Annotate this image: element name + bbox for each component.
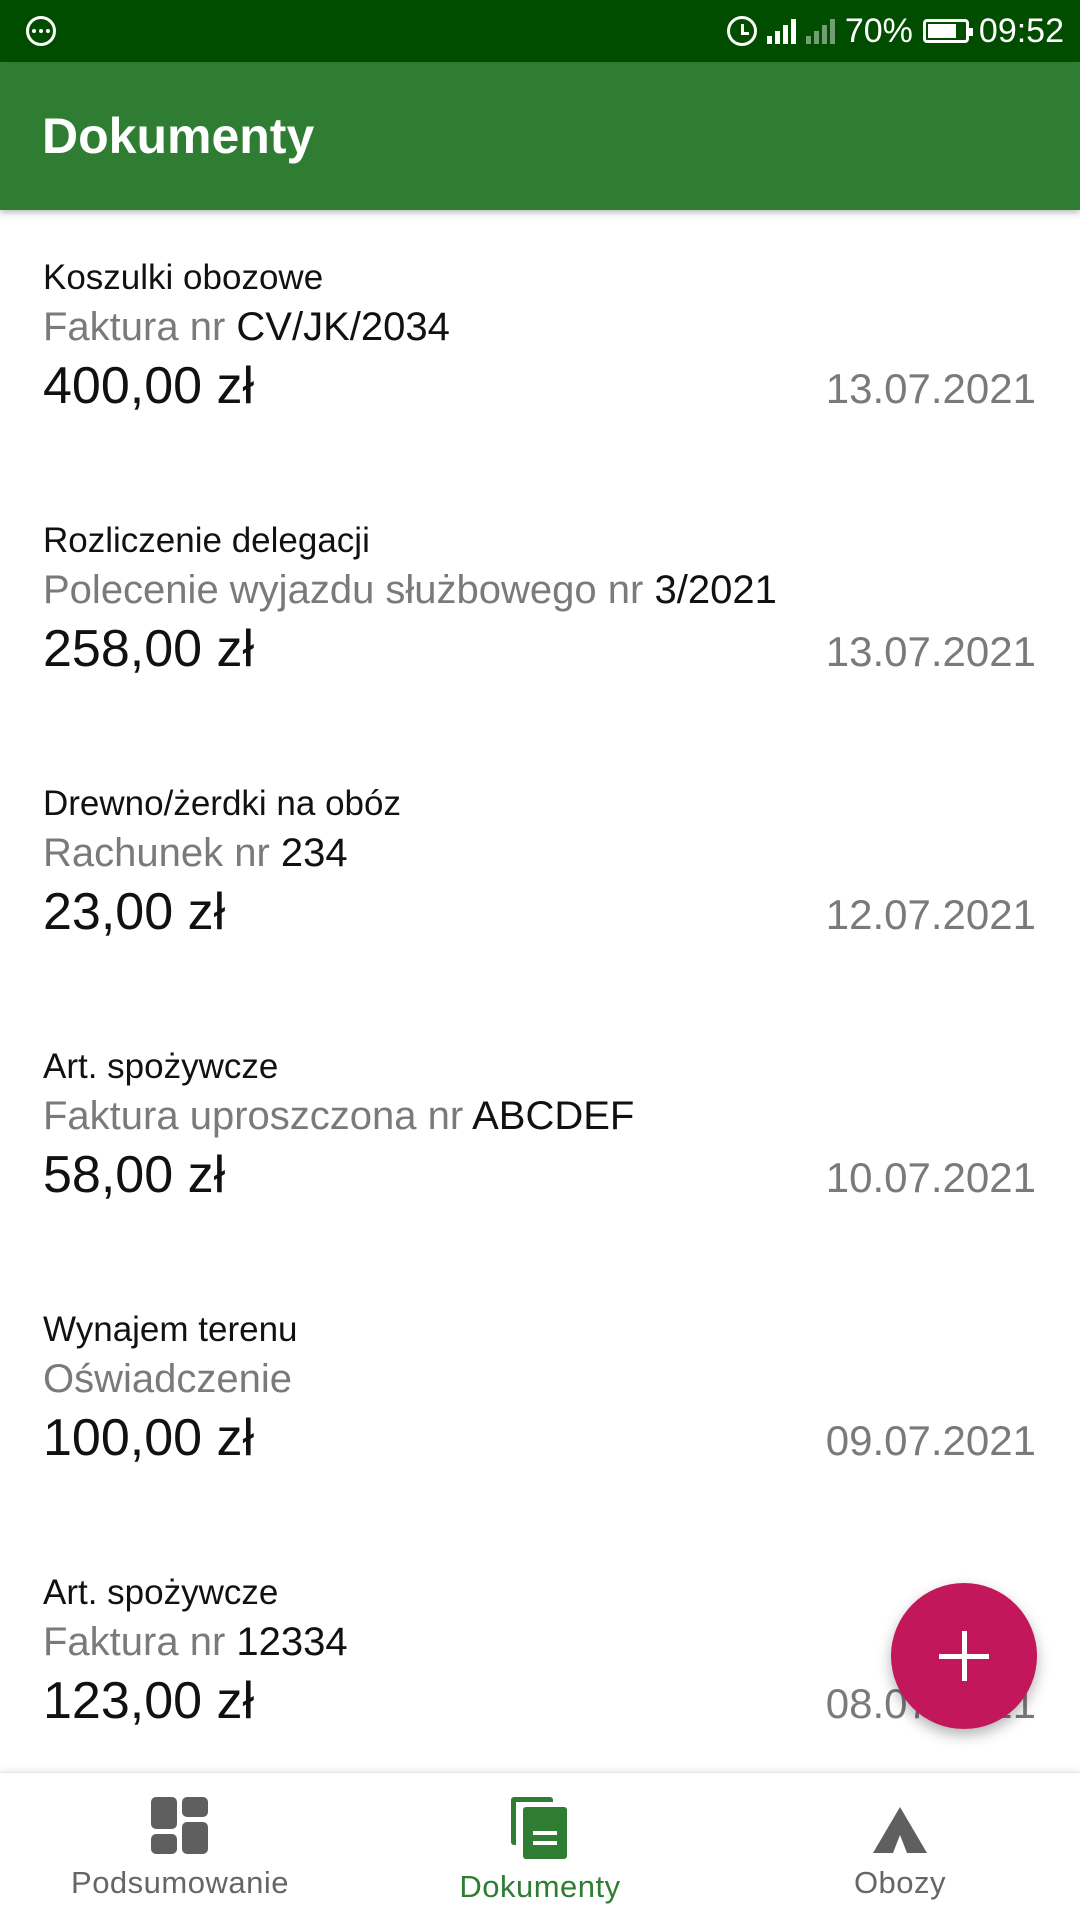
- document-title: Koszulki obozowe: [43, 258, 324, 297]
- document-amount: 258,00 zł: [43, 620, 255, 678]
- document-list-item[interactable]: Wynajem terenu Oświadczenie 100,00 zł 09…: [0, 1262, 1080, 1525]
- signal-icon: [766, 18, 796, 44]
- document-type: Oświadczenie: [43, 1354, 1036, 1408]
- document-title: Drewno/żerdki na obóz: [43, 784, 401, 823]
- document-type-label: Faktura nr: [43, 305, 226, 349]
- dashboard-icon: [151, 1797, 209, 1855]
- bottom-navigation: Podsumowanie Dokumenty Obozy: [0, 1772, 1080, 1920]
- document-number: 234: [280, 831, 348, 875]
- app-screen: 70% 09:52 Dokumenty Koszulki obozowe Fak…: [0, 0, 1080, 1920]
- document-list-item[interactable]: Art. spożywcze Faktura uproszczona nr AB…: [0, 999, 1080, 1262]
- nav-label: Dokumenty: [459, 1869, 621, 1904]
- document-type: Polecenie wyjazdu służbowego nr 3/2021: [43, 565, 1036, 619]
- chat-notification-icon: [26, 16, 56, 46]
- documents-icon: [511, 1797, 569, 1859]
- app-bar: Dokumenty: [0, 62, 1080, 210]
- document-number: CV/JK/2034: [236, 305, 450, 349]
- document-list[interactable]: Koszulki obozowe Faktura nr CV/JK/2034 4…: [0, 210, 1080, 1772]
- document-list-item[interactable]: Rozliczenie delegacji Polecenie wyjazdu …: [0, 473, 1080, 736]
- add-document-button[interactable]: [891, 1583, 1037, 1729]
- document-list-item[interactable]: Koszulki obozowe Faktura nr CV/JK/2034 4…: [0, 210, 1080, 473]
- tent-icon: [871, 1797, 929, 1855]
- document-type-label: Polecenie wyjazdu służbowego nr: [43, 568, 644, 612]
- document-type-label: Oświadczenie: [43, 1357, 293, 1401]
- clock: 09:52: [978, 11, 1064, 50]
- document-date: 09.07.2021: [825, 1417, 1036, 1464]
- nav-item-dokumenty[interactable]: Dokumenty: [360, 1773, 720, 1920]
- document-type-label: Faktura nr: [43, 1620, 226, 1664]
- nav-item-podsumowanie[interactable]: Podsumowanie: [0, 1773, 360, 1920]
- alarm-icon: [726, 16, 757, 46]
- document-title: Rozliczenie delegacji: [43, 521, 370, 560]
- document-list-item[interactable]: Drewno/żerdki na obóz Rachunek nr 234 23…: [0, 736, 1080, 999]
- document-type: Faktura nr CV/JK/2034: [43, 302, 1036, 356]
- document-number: ABCDEF: [472, 1094, 635, 1138]
- battery-icon: [922, 19, 973, 43]
- document-date: 12.07.2021: [825, 891, 1036, 938]
- nav-label: Obozy: [853, 1865, 947, 1900]
- document-amount: 400,00 zł: [43, 357, 255, 415]
- nav-item-obozy[interactable]: Obozy: [720, 1773, 1080, 1920]
- document-type: Faktura nr 12334: [43, 1617, 1036, 1671]
- document-type-label: Rachunek nr: [43, 831, 270, 875]
- document-title: Wynajem terenu: [43, 1310, 298, 1349]
- document-date: 10.07.2021: [825, 1154, 1036, 1201]
- nav-label: Podsumowanie: [71, 1865, 289, 1900]
- page-title: Dokumenty: [42, 108, 315, 164]
- document-amount: 58,00 zł: [43, 1146, 226, 1204]
- document-title: Art. spożywcze: [43, 1573, 279, 1612]
- plus-icon: [939, 1631, 989, 1681]
- document-title: Art. spożywcze: [43, 1047, 279, 1086]
- document-number: 3/2021: [654, 568, 777, 612]
- document-amount: 23,00 zł: [43, 883, 226, 941]
- document-date: 13.07.2021: [825, 628, 1036, 675]
- battery-percent: 70%: [844, 11, 913, 50]
- document-amount: 123,00 zł: [43, 1672, 255, 1730]
- status-bar: 70% 09:52: [0, 0, 1080, 62]
- document-type-label: Faktura uproszczona nr: [43, 1094, 464, 1138]
- document-date: 13.07.2021: [825, 365, 1036, 412]
- document-number: 12334: [236, 1620, 348, 1664]
- document-type: Faktura uproszczona nr ABCDEF: [43, 1091, 1036, 1145]
- document-type: Rachunek nr 234: [43, 828, 1036, 882]
- document-amount: 100,00 zł: [43, 1409, 255, 1467]
- signal-secondary-icon: [805, 18, 835, 44]
